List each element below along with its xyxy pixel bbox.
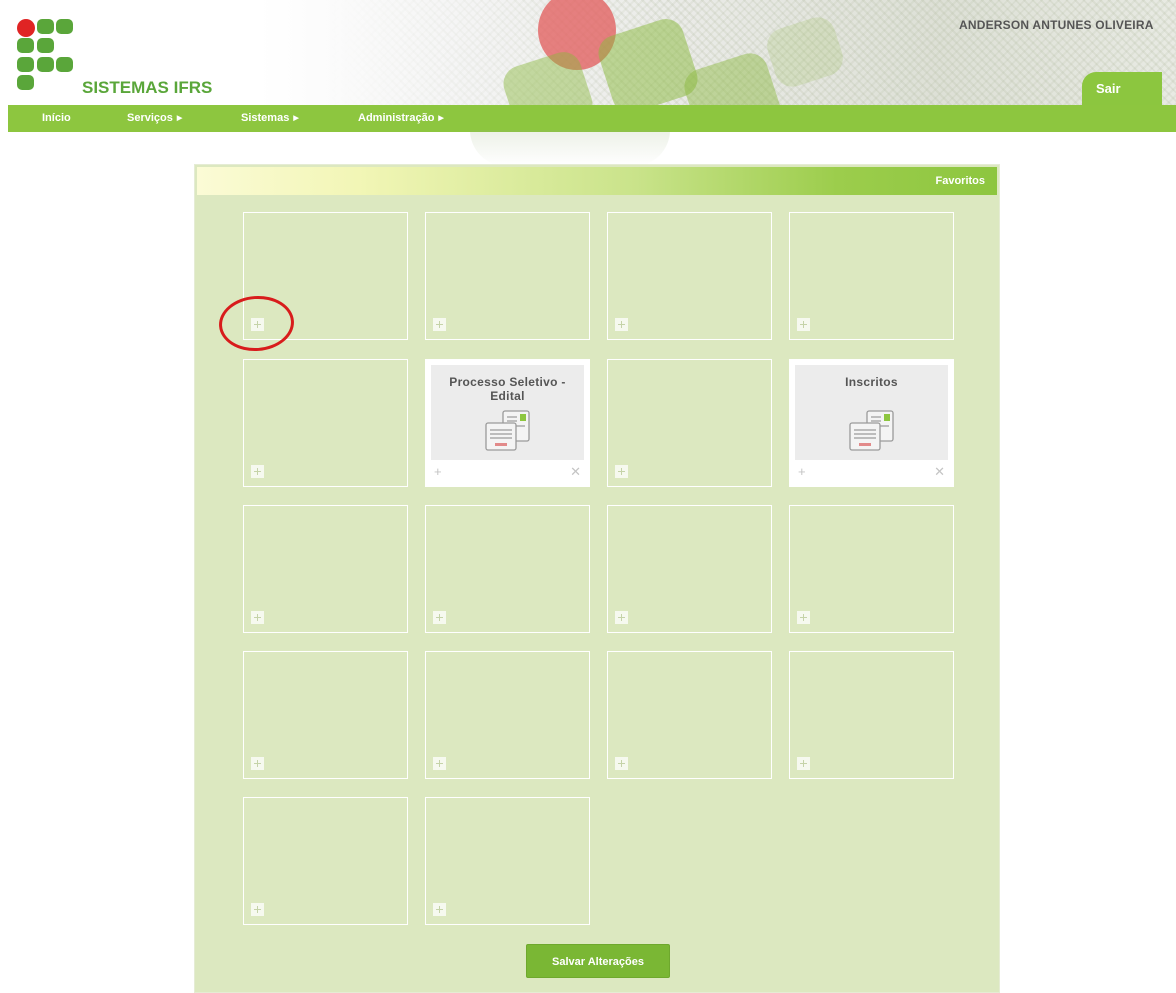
submenu-arrow-icon: ▶ [293, 115, 299, 122]
empty-favorite-slot[interactable] [789, 651, 954, 779]
add-icon[interactable]: + [434, 465, 442, 478]
nav-item-servicos[interactable]: Serviços ▶ [127, 105, 182, 132]
add-favorite-button[interactable] [615, 318, 628, 331]
empty-favorite-slot[interactable] [243, 797, 408, 925]
empty-favorite-slot[interactable] [425, 797, 590, 925]
empty-favorite-slot[interactable] [607, 212, 772, 340]
empty-favorite-slot[interactable] [789, 212, 954, 340]
favorites-title: Favoritos [935, 175, 985, 187]
add-favorite-button[interactable] [615, 611, 628, 624]
empty-favorite-slot[interactable] [425, 505, 590, 633]
add-favorite-button[interactable] [615, 465, 628, 478]
favorites-header: Favoritos [197, 167, 997, 195]
add-favorite-button[interactable] [433, 611, 446, 624]
add-favorite-button[interactable] [615, 757, 628, 770]
favorite-card[interactable]: Inscritos [795, 365, 948, 460]
add-favorite-button[interactable] [433, 903, 446, 916]
empty-favorite-slot[interactable] [607, 651, 772, 779]
add-icon[interactable]: + [798, 465, 806, 478]
add-favorite-button[interactable] [251, 903, 264, 916]
favorites-panel: Favoritos Processo Seletivo - Edital + ✕ In… [194, 164, 1000, 993]
empty-favorite-slot[interactable] [243, 651, 408, 779]
documents-icon [483, 410, 533, 452]
add-favorite-button[interactable] [797, 318, 810, 331]
main-nav: Início Serviços ▶ Sistemas ▶ Administração… [8, 105, 1176, 132]
nav-item-inicio[interactable]: Início [42, 105, 71, 132]
ifrs-logo[interactable] [17, 19, 75, 90]
add-favorite-button[interactable] [433, 318, 446, 331]
save-changes-button[interactable]: Salvar Alterações [526, 944, 670, 978]
header: SISTEMAS IFRS ANDERSON ANTUNES OLIVEIRA … [0, 0, 1176, 105]
empty-favorite-slot[interactable] [607, 505, 772, 633]
add-favorite-button[interactable] [251, 611, 264, 624]
add-favorite-button[interactable] [433, 757, 446, 770]
brand-title: SISTEMAS IFRS [82, 78, 213, 97]
favorite-tile[interactable]: Inscritos + ✕ [789, 359, 954, 487]
submenu-arrow-icon: ▶ [438, 115, 444, 122]
empty-favorite-slot[interactable] [425, 212, 590, 340]
add-favorite-button[interactable] [797, 757, 810, 770]
remove-icon[interactable]: ✕ [570, 465, 581, 478]
user-name: ANDERSON ANTUNES OLIVEIRA [959, 18, 1154, 32]
remove-icon[interactable]: ✕ [934, 465, 945, 478]
logout-button[interactable]: Sair [1082, 72, 1162, 105]
favorite-card[interactable]: Processo Seletivo - Edital [431, 365, 584, 460]
add-favorite-button[interactable] [797, 611, 810, 624]
favorite-label: Inscritos [845, 375, 898, 389]
empty-favorite-slot[interactable] [425, 651, 590, 779]
favorite-tile[interactable]: Processo Seletivo - Edital + ✕ [425, 359, 590, 487]
empty-favorite-slot[interactable] [243, 359, 408, 487]
empty-favorite-slot[interactable] [243, 505, 408, 633]
add-favorite-button[interactable] [251, 757, 264, 770]
favorite-label: Processo Seletivo - Edital [449, 375, 566, 403]
add-favorite-button[interactable] [251, 465, 264, 478]
nav-item-sistemas[interactable]: Sistemas ▶ [241, 105, 299, 132]
documents-icon [847, 410, 897, 452]
decorative-shape [470, 130, 670, 166]
logo-dot [17, 19, 35, 37]
empty-favorite-slot[interactable] [607, 359, 772, 487]
empty-favorite-slot[interactable] [789, 505, 954, 633]
nav-item-administracao[interactable]: Administração ▶ [358, 105, 444, 132]
submenu-arrow-icon: ▶ [176, 115, 183, 122]
